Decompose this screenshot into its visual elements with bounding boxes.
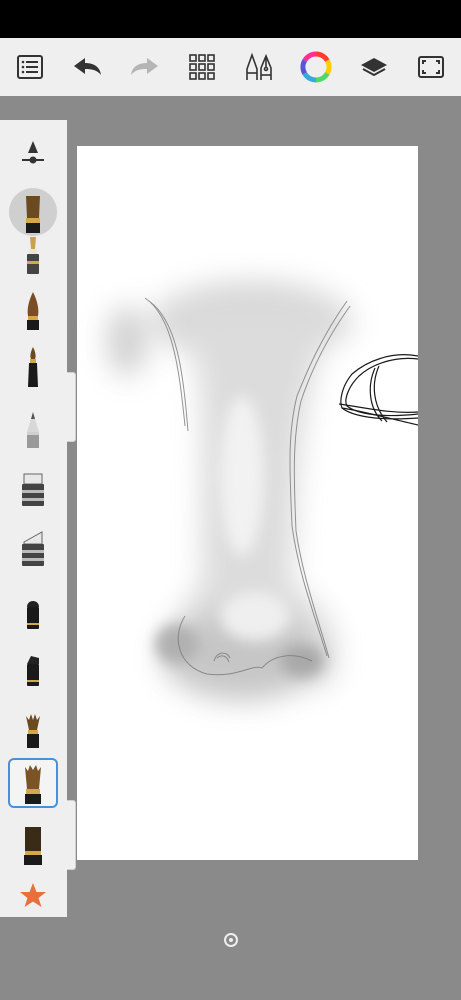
brush-pencil[interactable] xyxy=(8,405,58,455)
grid-button[interactable] xyxy=(185,50,219,84)
felt-marker-dark-icon xyxy=(27,656,39,686)
brush-paint[interactable] xyxy=(8,342,58,392)
brush-fan[interactable] xyxy=(8,705,58,755)
marker-wide-icon xyxy=(22,473,44,506)
fullscreen-button[interactable] xyxy=(414,50,448,84)
status-bar xyxy=(0,0,461,38)
list-button[interactable] xyxy=(13,50,47,84)
ink-pen-icon xyxy=(27,237,39,274)
favorites-button[interactable] xyxy=(8,870,58,920)
pen-tools-icon xyxy=(246,52,272,80)
undo-button[interactable] xyxy=(70,50,104,84)
felt-marker-icon xyxy=(27,601,39,629)
list-icon xyxy=(17,55,43,79)
undo-icon xyxy=(74,58,102,75)
fullscreen-icon xyxy=(417,56,444,78)
brush-marker-wide[interactable] xyxy=(8,465,58,515)
star-icon xyxy=(20,883,46,907)
redo-icon xyxy=(130,58,158,75)
layers-icon xyxy=(360,58,387,77)
brush-ink-pen[interactable] xyxy=(8,232,58,282)
brush-bristle-selected[interactable] xyxy=(8,758,58,808)
fan-brush-icon xyxy=(26,714,40,748)
layers-button[interactable] xyxy=(357,50,391,84)
color-wheel-button[interactable] xyxy=(299,50,333,84)
brush-bristle-recent[interactable] xyxy=(9,188,57,236)
bristle-brush-icon xyxy=(26,196,40,233)
color-wheel-icon xyxy=(300,51,332,83)
drawing-canvas[interactable] xyxy=(77,146,418,860)
panel-handle-lower[interactable] xyxy=(67,800,76,870)
redo-button[interactable] xyxy=(128,50,162,84)
brush-size-slider[interactable] xyxy=(8,128,58,178)
brush-felt-marker[interactable] xyxy=(8,588,58,638)
sync-icon[interactable] xyxy=(223,932,239,948)
brush-felt-marker-dark[interactable] xyxy=(8,645,58,695)
round-brush-icon xyxy=(27,292,39,330)
brush-panel xyxy=(0,120,67,917)
brush-size-slider-icon xyxy=(22,141,44,164)
bristle-brush-icon xyxy=(25,765,41,804)
grid-icon xyxy=(189,54,215,80)
pencil-icon xyxy=(27,412,39,448)
brush-marker-chisel[interactable] xyxy=(8,525,58,575)
pen-tools-button[interactable] xyxy=(242,50,276,84)
top-toolbar xyxy=(0,38,461,96)
marker-chisel-icon xyxy=(22,531,44,566)
panel-handle-upper[interactable] xyxy=(67,372,76,442)
nose-sketch xyxy=(107,281,418,701)
flat-brush-icon xyxy=(24,827,42,865)
brush-round[interactable] xyxy=(8,285,58,335)
brush-flat[interactable] xyxy=(8,820,58,870)
paint-brush-icon xyxy=(28,347,38,387)
